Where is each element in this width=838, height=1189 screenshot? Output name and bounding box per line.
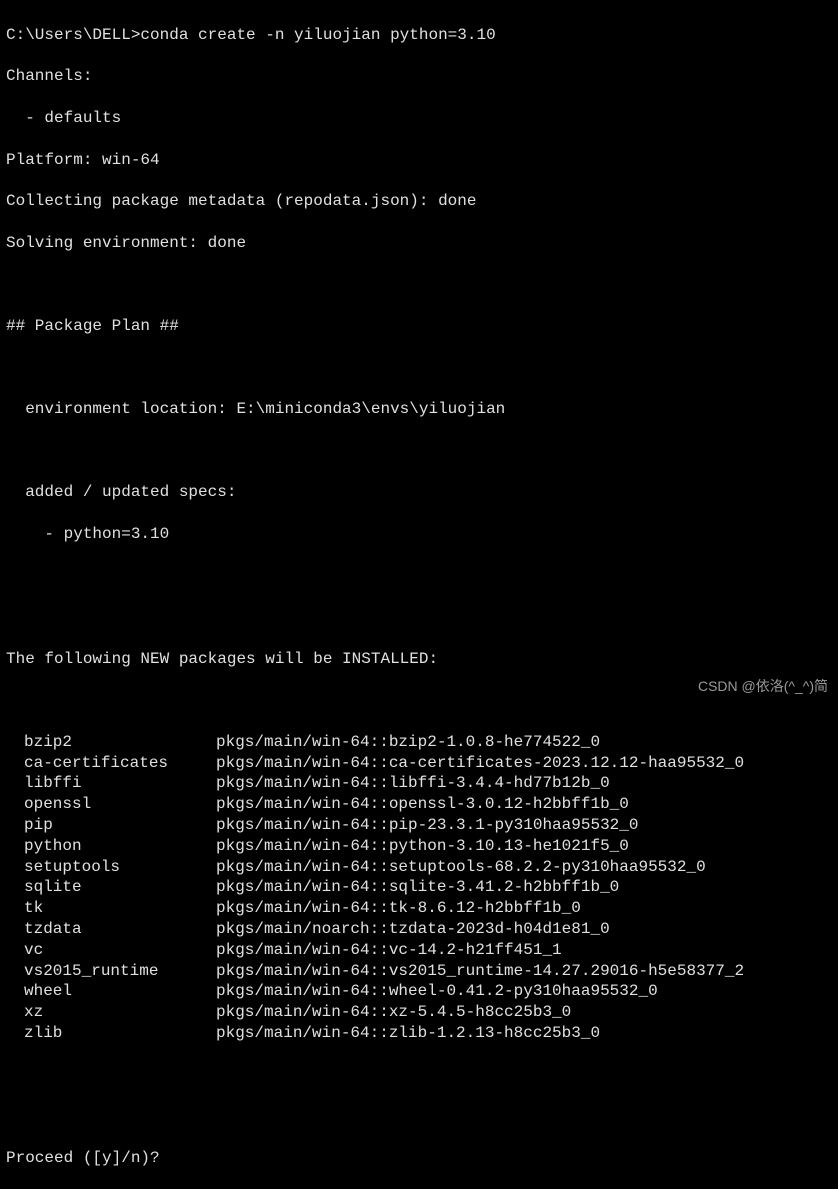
channels-item: - defaults xyxy=(6,108,832,129)
package-spec: pkgs/main/win-64::zlib-1.2.13-h8cc25b3_0 xyxy=(216,1023,600,1044)
proceed-prompt: Proceed ([y]/n)? xyxy=(6,1148,832,1169)
blank-line xyxy=(6,358,832,379)
package-row: vcpkgs/main/win-64::vc-14.2-h21ff451_1 xyxy=(6,940,832,961)
package-name: zlib xyxy=(6,1023,216,1044)
blank-line xyxy=(6,274,832,295)
package-row: ca-certificatespkgs/main/win-64::ca-cert… xyxy=(6,753,832,774)
package-spec: pkgs/main/win-64::xz-5.4.5-h8cc25b3_0 xyxy=(216,1002,571,1023)
blank-line xyxy=(6,1106,832,1127)
package-spec: pkgs/main/win-64::vs2015_runtime-14.27.2… xyxy=(216,961,744,982)
package-spec: pkgs/main/win-64::wheel-0.41.2-py310haa9… xyxy=(216,981,658,1002)
package-spec: pkgs/main/win-64::openssl-3.0.12-h2bbff1… xyxy=(216,794,629,815)
package-row: bzip2pkgs/main/win-64::bzip2-1.0.8-he774… xyxy=(6,732,832,753)
channels-header: Channels: xyxy=(6,66,832,87)
package-row: opensslpkgs/main/win-64::openssl-3.0.12-… xyxy=(6,794,832,815)
package-name: xz xyxy=(6,1002,216,1023)
package-name: vc xyxy=(6,940,216,961)
solving-line: Solving environment: done xyxy=(6,233,832,254)
package-row: sqlitepkgs/main/win-64::sqlite-3.41.2-h2… xyxy=(6,877,832,898)
prompt-path: C:\Users\DELL> xyxy=(6,26,140,44)
package-name: tk xyxy=(6,898,216,919)
package-spec: pkgs/main/noarch::tzdata-2023d-h04d1e81_… xyxy=(216,919,610,940)
package-name: python xyxy=(6,836,216,857)
blank-line xyxy=(6,607,832,628)
blank-line xyxy=(6,441,832,462)
command-text: conda create -n yiluojian python=3.10 xyxy=(140,26,495,44)
package-spec: pkgs/main/win-64::ca-certificates-2023.1… xyxy=(216,753,744,774)
env-location: environment location: E:\miniconda3\envs… xyxy=(6,399,832,420)
package-name: bzip2 xyxy=(6,732,216,753)
package-name: libffi xyxy=(6,773,216,794)
package-spec: pkgs/main/win-64::python-3.10.13-he1021f… xyxy=(216,836,629,857)
prompt-line: C:\Users\DELL>conda create -n yiluojian … xyxy=(6,25,832,46)
added-specs-header: added / updated specs: xyxy=(6,482,832,503)
package-spec: pkgs/main/win-64::sqlite-3.41.2-h2bbff1b… xyxy=(216,877,619,898)
package-name: tzdata xyxy=(6,919,216,940)
blank-line xyxy=(6,566,832,587)
package-spec: pkgs/main/win-64::libffi-3.4.4-hd77b12b_… xyxy=(216,773,610,794)
collecting-line: Collecting package metadata (repodata.js… xyxy=(6,191,832,212)
package-row: xzpkgs/main/win-64::xz-5.4.5-h8cc25b3_0 xyxy=(6,1002,832,1023)
plan-header: ## Package Plan ## xyxy=(6,316,832,337)
added-specs-item: - python=3.10 xyxy=(6,524,832,545)
package-row: tzdatapkgs/main/noarch::tzdata-2023d-h04… xyxy=(6,919,832,940)
watermark: CSDN @依洛(^_^)简 xyxy=(698,677,828,695)
package-row: setuptoolspkgs/main/win-64::setuptools-6… xyxy=(6,857,832,878)
new-packages-header: The following NEW packages will be INSTA… xyxy=(6,649,832,670)
package-spec: pkgs/main/win-64::tk-8.6.12-h2bbff1b_0 xyxy=(216,898,581,919)
package-spec: pkgs/main/win-64::pip-23.3.1-py310haa955… xyxy=(216,815,638,836)
package-spec: pkgs/main/win-64::bzip2-1.0.8-he774522_0 xyxy=(216,732,600,753)
package-name: setuptools xyxy=(6,857,216,878)
package-name: wheel xyxy=(6,981,216,1002)
package-spec: pkgs/main/win-64::vc-14.2-h21ff451_1 xyxy=(216,940,562,961)
platform-line: Platform: win-64 xyxy=(6,150,832,171)
terminal-output[interactable]: C:\Users\DELL>conda create -n yiluojian … xyxy=(6,4,832,1189)
package-name: ca-certificates xyxy=(6,753,216,774)
package-row: pythonpkgs/main/win-64::python-3.10.13-h… xyxy=(6,836,832,857)
package-row: pippkgs/main/win-64::pip-23.3.1-py310haa… xyxy=(6,815,832,836)
package-row: wheelpkgs/main/win-64::wheel-0.41.2-py31… xyxy=(6,981,832,1002)
package-name: sqlite xyxy=(6,877,216,898)
package-row: tkpkgs/main/win-64::tk-8.6.12-h2bbff1b_0 xyxy=(6,898,832,919)
package-row: libffipkgs/main/win-64::libffi-3.4.4-hd7… xyxy=(6,773,832,794)
blank-line xyxy=(6,1065,832,1086)
package-row: zlibpkgs/main/win-64::zlib-1.2.13-h8cc25… xyxy=(6,1023,832,1044)
packages-list: bzip2pkgs/main/win-64::bzip2-1.0.8-he774… xyxy=(6,732,832,1044)
package-row: vs2015_runtimepkgs/main/win-64::vs2015_r… xyxy=(6,961,832,982)
package-spec: pkgs/main/win-64::setuptools-68.2.2-py31… xyxy=(216,857,706,878)
package-name: openssl xyxy=(6,794,216,815)
package-name: pip xyxy=(6,815,216,836)
package-name: vs2015_runtime xyxy=(6,961,216,982)
